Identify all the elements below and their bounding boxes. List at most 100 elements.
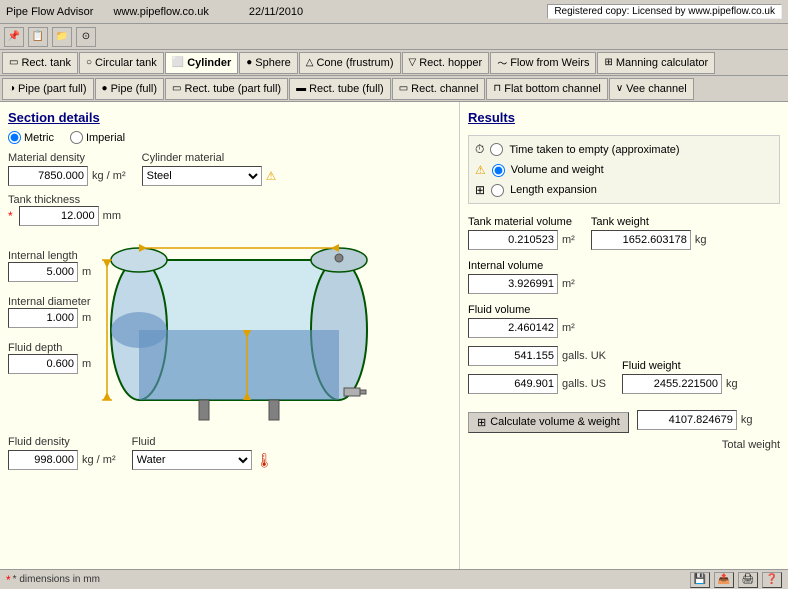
cylinder-illustration-section: Internal length m Internal diameter m Fl… bbox=[8, 230, 451, 430]
length-expand-row[interactable]: ⊞ Length expansion bbox=[475, 183, 773, 197]
circular-tank-icon: ○ bbox=[86, 57, 92, 68]
nav-row-1: ▭ Rect. tank ○ Circular tank ⬜ Cylinder … bbox=[0, 50, 788, 76]
left-labels: Internal length m Internal diameter m Fl… bbox=[8, 230, 91, 378]
cylinder-material-group: Cylinder material Steel Aluminium Copper… bbox=[142, 152, 277, 190]
tab-sphere[interactable]: ● Sphere bbox=[239, 52, 298, 74]
volume-icon: ⚠ bbox=[475, 163, 486, 177]
rect-tube-full-icon: ▬ bbox=[296, 83, 306, 94]
app-date: 22/11/2010 bbox=[249, 6, 303, 18]
material-density-input[interactable] bbox=[8, 166, 88, 186]
tank-thickness-label: Tank thickness bbox=[8, 194, 80, 206]
fluid-density-label: Fluid density bbox=[8, 436, 116, 448]
tab-rect-channel[interactable]: ▭ Rect. channel bbox=[392, 78, 486, 100]
metric-radio-label[interactable]: Metric bbox=[8, 131, 54, 144]
toolbar-btn-2[interactable]: 📋 bbox=[28, 27, 48, 47]
tab-rect-tube-full[interactable]: ▬ Rect. tube (full) bbox=[289, 78, 391, 100]
fluid-volume-label: Fluid volume bbox=[468, 304, 606, 316]
fluid-volume-us-input bbox=[468, 374, 558, 394]
registered-text: Registered copy: Licensed by www.pipeflo… bbox=[547, 4, 782, 19]
print-icon[interactable]: 🖨 bbox=[738, 572, 758, 588]
save-icon[interactable]: 💾 bbox=[690, 572, 710, 588]
imperial-radio[interactable] bbox=[70, 131, 83, 144]
volume-weight-radio[interactable] bbox=[492, 164, 505, 177]
results-data-grid: Tank material volume m² Tank weight kg bbox=[468, 216, 780, 451]
toolbar-btn-3[interactable]: 📁 bbox=[52, 27, 72, 47]
tank-thickness-row: * mm bbox=[8, 206, 451, 226]
toolbar-btn-4[interactable]: ⊙ bbox=[76, 27, 96, 47]
material-density-group: Material density kg / m² bbox=[8, 152, 126, 190]
fluid-weight-input bbox=[622, 374, 722, 394]
internal-volume-input bbox=[468, 274, 558, 294]
tank-material-volume-input bbox=[468, 230, 558, 250]
internal-length-input[interactable] bbox=[8, 262, 78, 282]
app-url: www.pipeflow.co.uk bbox=[113, 6, 208, 18]
app-title: Pipe Flow Advisor bbox=[6, 6, 93, 18]
tank-weight-unit: kg bbox=[695, 234, 707, 246]
expand-icon: ⊞ bbox=[475, 183, 485, 197]
internal-volume-col: Internal volume m² bbox=[468, 260, 780, 298]
fluid-depth-group: Fluid depth m bbox=[8, 342, 91, 378]
metric-radio[interactable] bbox=[8, 131, 21, 144]
tab-cone[interactable]: △ Cone (frustrum) bbox=[299, 52, 401, 74]
tab-vee-channel[interactable]: ∨ Vee channel bbox=[609, 78, 694, 100]
internal-volume-label: Internal volume bbox=[468, 260, 780, 272]
fluid-density-unit: kg / m² bbox=[82, 454, 116, 466]
fluid-density-input[interactable] bbox=[8, 450, 78, 470]
internal-diameter-label: Internal diameter bbox=[8, 296, 91, 308]
thermometer-icon: 🌡 bbox=[256, 452, 274, 469]
rect-channel-icon: ▭ bbox=[399, 83, 408, 94]
fluid-volume-col: Fluid volume m² galls. UK galls. US bbox=[468, 304, 606, 398]
fluid-weight-col: Fluid weight kg bbox=[622, 360, 738, 398]
tab-rect-tube-part[interactable]: ▭ Rect. tube (part full) bbox=[165, 78, 288, 100]
tab-cylinder[interactable]: ⬜ Cylinder bbox=[165, 52, 238, 74]
internal-length-label: Internal length bbox=[8, 250, 91, 262]
length-expand-radio[interactable] bbox=[491, 184, 504, 197]
imperial-radio-label[interactable]: Imperial bbox=[70, 131, 125, 144]
tab-circular-tank[interactable]: ○ Circular tank bbox=[79, 52, 164, 74]
density-material-row: Material density kg / m² Cylinder materi… bbox=[8, 152, 451, 190]
cylinder-material-field-row: Steel Aluminium Copper ⚠ bbox=[142, 166, 277, 186]
material-density-field-row: kg / m² bbox=[8, 166, 126, 186]
total-weight-unit: kg bbox=[741, 414, 753, 426]
internal-length-group: Internal length m bbox=[8, 250, 91, 286]
help-icon[interactable]: ❓ bbox=[762, 572, 782, 588]
calculate-button[interactable]: ⊞ Calculate volume & weight bbox=[468, 412, 629, 433]
cylinder-material-select[interactable]: Steel Aluminium Copper bbox=[142, 166, 262, 186]
cylinder-icon: ⬜ bbox=[172, 57, 184, 68]
toolbar: 📌 📋 📁 ⊙ bbox=[0, 24, 788, 50]
fluid-volume-weight-row: Fluid volume m² galls. UK galls. US bbox=[468, 304, 780, 398]
cylinder-svg bbox=[99, 230, 379, 430]
calc-icon: ⊞ bbox=[477, 416, 486, 429]
time-icon: ⏱ bbox=[475, 142, 484, 157]
toolbar-btn-1[interactable]: 📌 bbox=[4, 27, 24, 47]
tab-rect-hopper[interactable]: ▽ Rect. hopper bbox=[402, 52, 490, 74]
time-empty-radio[interactable] bbox=[490, 143, 503, 156]
material-density-label: Material density bbox=[8, 152, 126, 164]
tab-pipe-part[interactable]: ◑ Pipe (part full) bbox=[2, 78, 94, 100]
tab-flow-weirs[interactable]: 〜 Flow from Weirs bbox=[490, 52, 596, 74]
fluid-weight-label: Fluid weight bbox=[622, 360, 738, 372]
weir-icon: 〜 bbox=[497, 55, 507, 70]
tab-pipe-full[interactable]: ● Pipe (full) bbox=[95, 78, 165, 100]
volume-weight-row[interactable]: ⚠ Volume and weight bbox=[475, 163, 773, 177]
fluid-density-fluid-row: Fluid density kg / m² Fluid Water Oil Pe… bbox=[8, 436, 451, 474]
fluid-volume-m3-input bbox=[468, 318, 558, 338]
total-weight-calc-row: ⊞ Calculate volume & weight kg bbox=[468, 410, 780, 434]
time-empty-row[interactable]: ⏱ Time taken to empty (approximate) bbox=[475, 142, 773, 157]
tab-manning[interactable]: ⊞ Manning calculator bbox=[597, 52, 715, 74]
fluid-density-group: Fluid density kg / m² bbox=[8, 436, 116, 474]
manning-icon: ⊞ bbox=[604, 57, 612, 68]
result-radio-group: ⏱ Time taken to empty (approximate) ⚠ Vo… bbox=[468, 135, 780, 204]
rect-tank-icon: ▭ bbox=[9, 57, 18, 68]
tab-rect-tank[interactable]: ▭ Rect. tank bbox=[2, 52, 78, 74]
internal-diameter-input[interactable] bbox=[8, 308, 78, 328]
tank-weight-input bbox=[591, 230, 691, 250]
fluid-select[interactable]: Water Oil Petrol bbox=[132, 450, 252, 470]
tab-flat-bottom[interactable]: ⊓ Flat bottom channel bbox=[486, 78, 607, 100]
unit-radio-group: Metric Imperial bbox=[8, 131, 451, 144]
export-icon[interactable]: 📤 bbox=[714, 572, 734, 588]
status-bar: * * dimensions in mm 💾 📤 🖨 ❓ bbox=[0, 569, 788, 589]
fluid-depth-input[interactable] bbox=[8, 354, 78, 374]
tank-thickness-input[interactable] bbox=[19, 206, 99, 226]
status-note: * dimensions in mm bbox=[13, 574, 100, 585]
